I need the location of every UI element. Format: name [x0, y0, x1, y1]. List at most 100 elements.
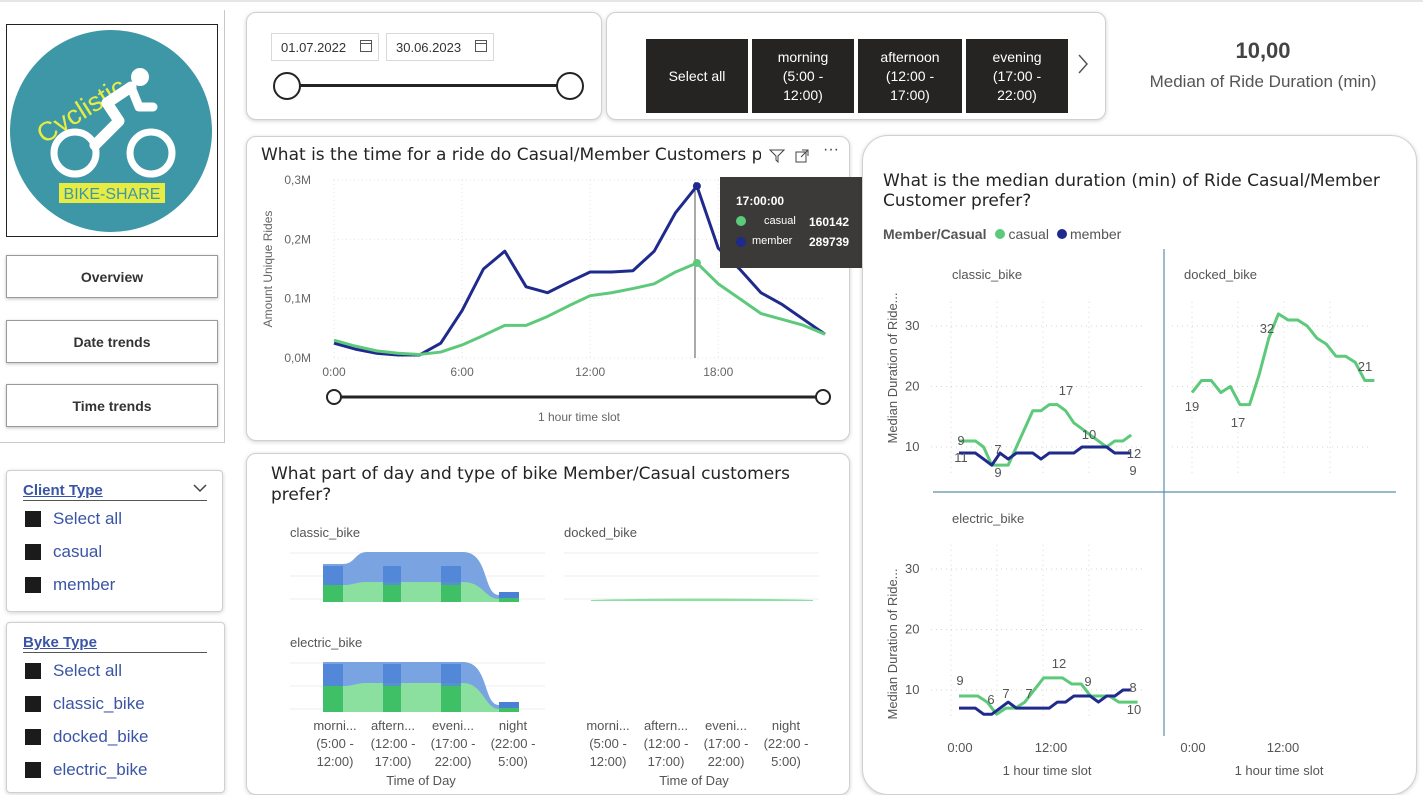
top-rule [0, 0, 1423, 2]
start-date-input[interactable]: 01.07.2022 [271, 33, 379, 61]
morning-button[interactable]: morning (5:00 -12:00) [752, 39, 854, 113]
x-category-label: 12:00) [317, 754, 354, 769]
hour-slider-start-handle[interactable] [326, 389, 342, 405]
checkbox-icon [25, 510, 41, 527]
x-category-label: eveni... [705, 718, 747, 733]
date-trends-button[interactable]: Date trends [6, 320, 218, 363]
calendar-icon[interactable] [360, 40, 372, 52]
casual-area-highlight [383, 585, 401, 602]
casual-area-highlight [383, 686, 401, 712]
tooltip-casual-label: casual [764, 215, 796, 227]
casual-hover-point [692, 258, 701, 267]
data-label: 9 [1129, 463, 1136, 478]
x-category-label: (22:00 - [764, 736, 809, 751]
client-type-option[interactable]: member [23, 568, 122, 601]
panel-title: docked_bike [1184, 267, 1257, 282]
x-category-label: (17:00 - [704, 736, 749, 751]
checkbox-icon [25, 695, 41, 712]
x-category-label: (17:00 - [431, 736, 476, 751]
casual-area-highlight [323, 686, 343, 712]
chevron-right-icon[interactable] [1077, 53, 1089, 75]
date-slider-end-handle[interactable] [556, 72, 584, 100]
evening-button[interactable]: evening (17:00 -22:00) [966, 39, 1068, 113]
bike-type-option[interactable]: classic_bike [23, 687, 148, 720]
data-label: 21 [1358, 359, 1372, 374]
data-label: 19 [1185, 399, 1199, 414]
kpi-card: 10,00 Median of Ride Duration (min) [1140, 38, 1386, 92]
x-tick-label: 0:00 [322, 365, 346, 379]
bike-type-option[interactable]: electric_bike [23, 753, 148, 786]
rides-by-hour-card: What is the time for a ride do Casual/Me… [246, 136, 864, 441]
data-label: 11 [954, 450, 968, 465]
data-label: 12 [1127, 446, 1141, 461]
data-label: 17 [1231, 415, 1245, 430]
part-of-day-area-chart: classic_bike docked_bike electric_bikemorn… [290, 525, 819, 788]
casual-area-highlight [441, 686, 461, 712]
bike-type-option[interactable]: docked_bike [23, 720, 148, 753]
panel-title: classic_bike [290, 525, 360, 540]
member-area-highlight [499, 592, 519, 598]
member-area-highlight [499, 702, 519, 708]
select-all-button[interactable]: Select all [646, 39, 748, 113]
casual-area-highlight [441, 585, 461, 602]
x-category-label: 17:00) [648, 754, 685, 769]
x-category-label: aftern... [644, 718, 688, 733]
panel-title: docked_bike [564, 525, 637, 540]
y-tick-label: 20 [905, 622, 919, 637]
data-label: 9 [994, 465, 1001, 480]
y-axis-label: Median Duration of Ride... [885, 292, 900, 443]
date-slider-start-handle[interactable] [273, 72, 301, 100]
client-type-slicer: Client Type Select all casual member [6, 470, 223, 612]
y-tick-label: 10 [905, 682, 919, 697]
client-type-option[interactable]: casual [23, 535, 122, 568]
y-tick-label: 0,3M [284, 173, 311, 187]
x-axis-label: 1 hour time slot [1235, 763, 1324, 778]
chart-tooltip: 17:00:00 casual 160142 member 289739 [720, 177, 864, 268]
time-trends-button[interactable]: Time trends [6, 384, 218, 427]
tooltip-casual-value: 160142 [809, 215, 850, 229]
logo: Cyclistic BIKE-SHARE [6, 24, 218, 237]
y-axis-label: Median Duration of Ride... [885, 568, 900, 719]
data-label: 10 [1082, 427, 1096, 442]
bike-type-option[interactable]: Select all [23, 654, 148, 687]
member-area-highlight [383, 664, 401, 686]
member-area-highlight [441, 566, 461, 585]
end-date-input[interactable]: 30.06.2023 [386, 33, 494, 61]
y-tick-label: 30 [905, 561, 919, 576]
afternoon-button[interactable]: afternoon (12:00 -17:00) [858, 39, 962, 113]
x-category-label: (12:00 - [644, 736, 689, 751]
casual-area-highlight [499, 708, 519, 712]
x-category-label: 22:00) [435, 754, 472, 769]
y-tick-label: 0,1M [284, 292, 311, 306]
svg-text:BIKE-SHARE: BIKE-SHARE [64, 186, 161, 203]
overview-button[interactable]: Overview [6, 255, 218, 298]
x-category-label: (5:00 - [316, 736, 354, 751]
time-of-day-slicer: Select all morning (5:00 -12:00) afternoo… [606, 12, 1106, 120]
date-slider-track[interactable] [287, 84, 571, 87]
checkbox-icon [25, 543, 41, 560]
data-label: 10 [1127, 702, 1141, 717]
x-tick-label: 0:00 [947, 740, 972, 755]
x-tick-label: 12:00 [1267, 740, 1300, 755]
bike-type-slicer: Byke Type Select all classic_bike docked… [6, 622, 225, 793]
x-category-label: eveni... [432, 718, 474, 733]
checkbox-icon [25, 576, 41, 593]
member-area-highlight [441, 664, 461, 686]
data-label: 7 [994, 442, 1001, 457]
y-tick-label: 0,0M [284, 351, 311, 365]
casual-area-highlight [323, 585, 343, 602]
y-tick-label: 10 [905, 439, 919, 454]
data-label: 6 [987, 692, 994, 707]
x-tick-label: 6:00 [450, 365, 474, 379]
x-tick-label: 0:00 [1180, 740, 1205, 755]
x-axis-label: Time of Day [386, 773, 456, 788]
data-label: 32 [1260, 321, 1274, 336]
panel-title: classic_bike [952, 267, 1022, 282]
chevron-down-icon[interactable] [193, 483, 207, 493]
calendar-icon[interactable] [475, 40, 487, 52]
x-category-label: 5:00) [771, 754, 801, 769]
hour-slider-end-handle[interactable] [815, 389, 831, 405]
x-category-label: 17:00) [375, 754, 412, 769]
client-type-header[interactable]: Client Type [23, 480, 207, 501]
client-type-option[interactable]: Select all [23, 502, 122, 535]
